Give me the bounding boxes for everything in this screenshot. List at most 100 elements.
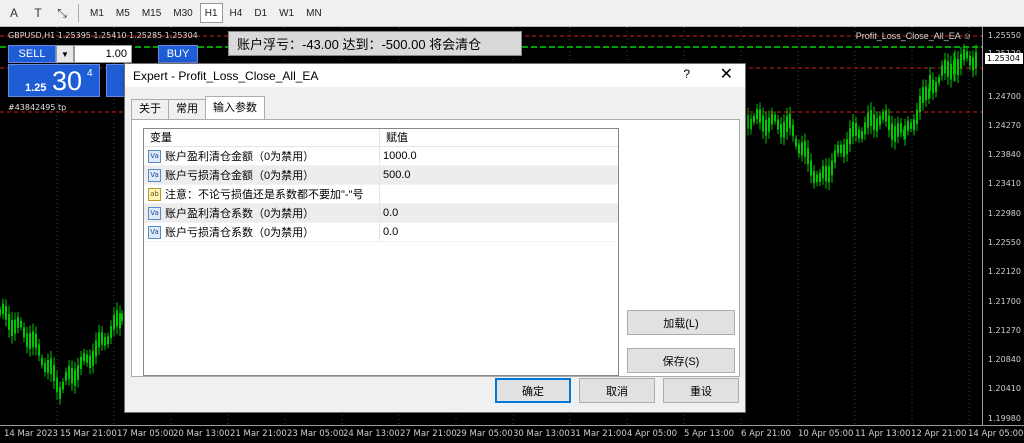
input-name: 注意：不论亏损值还是系数都不要加"-"号 (165, 189, 364, 201)
candle-body (897, 123, 899, 137)
tab-about[interactable]: 关于 (131, 99, 169, 119)
time-axis[interactable]: 14 Mar 2023 15 Mar 21:00 17 Mar 05:00 20 Ma… (0, 425, 1024, 443)
input-value-cell[interactable]: 0.0 (380, 204, 618, 222)
candle-body (852, 121, 854, 137)
price-tick-label: 1.23840 (987, 150, 1021, 159)
candle-body (98, 332, 100, 348)
input-row[interactable]: ab 注意：不论亏损值还是系数都不要加"-"号 (144, 185, 618, 204)
candle-body (26, 333, 28, 347)
input-name: 账户盈利清仓金额（0为禁用） (165, 151, 315, 163)
load-button[interactable]: 加载(L) (627, 310, 735, 335)
candle-body (891, 123, 893, 140)
candle-body (941, 65, 943, 76)
candle-body (774, 114, 776, 122)
candle-body (104, 337, 106, 346)
dialog-titlebar[interactable]: Expert - Profit_Loss_Close_All_EA ? ✕ (125, 64, 745, 87)
sell-button[interactable]: SELL (8, 45, 56, 63)
candle-body (113, 314, 115, 330)
candle-body (816, 174, 818, 183)
candle-body (753, 116, 755, 123)
tab-inputs[interactable]: 输入参数 (205, 96, 265, 119)
time-tick-label: 4 Apr 05:00 (627, 429, 678, 439)
candle-body (813, 171, 815, 183)
price-tick-label: 1.21700 (987, 297, 1021, 306)
candle-body (819, 173, 821, 182)
order-tag: #43842495 tp (8, 103, 67, 112)
candle-body (935, 81, 937, 93)
text-label-tool-icon[interactable]: T (28, 3, 48, 23)
input-value-cell[interactable]: 500.0 (380, 166, 618, 184)
ok-button[interactable]: 确定 (495, 378, 571, 403)
dialog-tabs: 关于 常用 输入参数 (131, 96, 265, 119)
timeframe-m5[interactable]: M5 (111, 3, 135, 23)
column-value[interactable]: 赋值 (380, 129, 618, 146)
buy-button[interactable]: BUY (158, 45, 198, 63)
input-row[interactable]: Va 账户盈利清仓系数（0为禁用） 0.0 (144, 204, 618, 223)
candle-body (972, 57, 974, 71)
close-icon[interactable]: ✕ (720, 64, 733, 84)
save-button[interactable]: 保存(S) (627, 348, 735, 373)
candle-body (825, 165, 827, 182)
time-tick-label: 20 Mar 13:00 (173, 429, 230, 439)
candle-body (810, 160, 812, 176)
input-value-cell[interactable]: 0.0 (380, 223, 618, 241)
candle-body (919, 96, 921, 112)
timeframe-m1[interactable]: M1 (85, 3, 109, 23)
price-tick-label: 1.23410 (987, 179, 1021, 188)
current-price-label: 1.25304 (985, 53, 1023, 64)
candle-body (894, 126, 896, 142)
time-tick-label: 14 Apr 05:00 (968, 429, 1024, 439)
candle-body (768, 117, 770, 132)
candle-body (0, 309, 1, 315)
candle-body (83, 353, 85, 362)
candle-body (855, 123, 857, 136)
timeframe-m30[interactable]: M30 (168, 3, 197, 23)
timeframe-h1[interactable]: H1 (199, 3, 223, 23)
candle-body (11, 320, 13, 336)
candle-body (756, 109, 758, 120)
lot-size-input[interactable]: 1.00 (74, 45, 132, 63)
candle-body (759, 109, 761, 123)
input-row[interactable]: Va 账户亏损清仓系数（0为禁用） 0.0 (144, 223, 618, 242)
timeframe-d1[interactable]: D1 (249, 3, 272, 23)
candle-body (747, 114, 749, 129)
timeframe-m15[interactable]: M15 (137, 3, 166, 23)
candle-body (870, 109, 872, 126)
price-axis[interactable]: 1.255501.251201.247001.242701.238401.234… (982, 27, 1024, 425)
price-tick-label: 1.24270 (987, 121, 1021, 130)
tab-common[interactable]: 常用 (168, 99, 206, 119)
input-row[interactable]: Va 账户盈利清仓金额（0为禁用） 1000.0 (144, 147, 618, 166)
candle-body (913, 119, 915, 131)
candle-body (938, 77, 940, 84)
column-variable[interactable]: 变量 (144, 129, 380, 146)
candle-body (89, 355, 91, 368)
candle-body (47, 359, 49, 374)
text-tool-icon[interactable]: A (4, 3, 24, 23)
candle-body (50, 358, 52, 374)
toolbar-divider (78, 4, 79, 22)
input-value-cell[interactable] (380, 185, 618, 203)
candle-body (65, 371, 67, 381)
input-row[interactable]: Va 账户亏损清仓金额（0为禁用） 500.0 (144, 166, 618, 185)
buy-price-button[interactable] (106, 64, 126, 97)
candle-body (876, 118, 878, 132)
help-icon[interactable]: ? (683, 67, 690, 81)
time-tick-label: 10 Apr 05:00 (798, 429, 854, 439)
timeframe-mn[interactable]: MN (301, 3, 327, 23)
candle-body (762, 115, 764, 132)
reset-button[interactable]: 重设 (663, 378, 739, 403)
time-tick-label: 29 Mar 05:00 (456, 429, 513, 439)
arrows-tool-icon[interactable]: ⤡ (52, 3, 72, 23)
string-type-icon: ab (148, 187, 161, 201)
timeframe-h4[interactable]: H4 (225, 3, 248, 23)
candle-body (29, 333, 31, 349)
price-tick-label: 1.20410 (987, 384, 1021, 393)
candle-body (80, 356, 82, 369)
candle-body (975, 52, 977, 68)
candle-body (932, 79, 934, 94)
lot-dropdown[interactable]: ▼ (56, 45, 74, 63)
timeframe-w1[interactable]: W1 (274, 3, 299, 23)
sell-price-button[interactable]: 1.25 30 4 (8, 64, 100, 97)
input-value-cell[interactable]: 1000.0 (380, 147, 618, 165)
cancel-button[interactable]: 取消 (579, 378, 655, 403)
